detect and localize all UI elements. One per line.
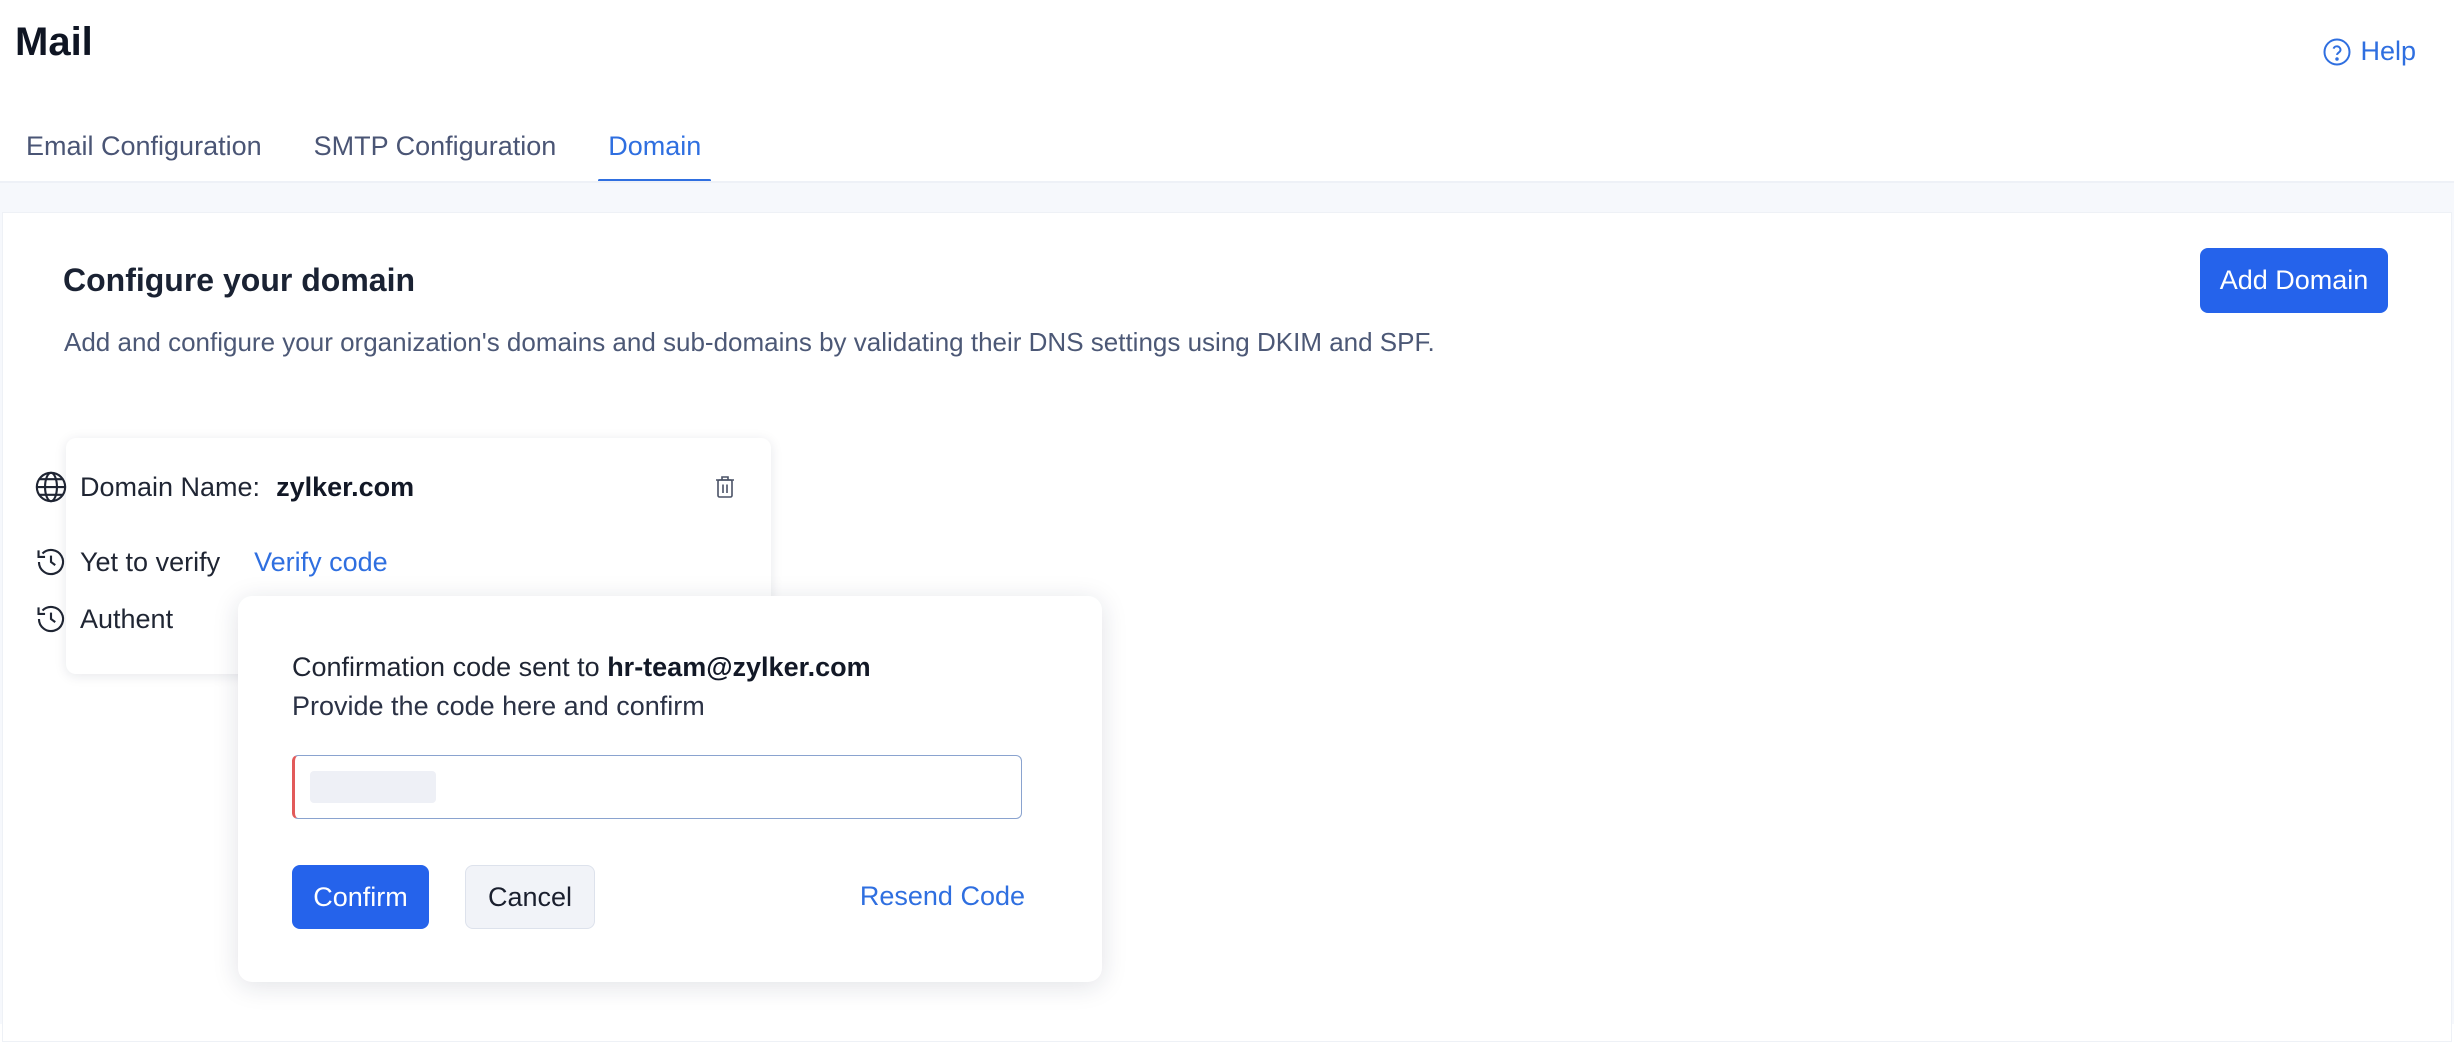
verify-code-link[interactable]: Verify code	[254, 547, 388, 578]
section-description: Add and configure your organization's do…	[64, 327, 1435, 357]
verification-status-row: Yet to verify Verify code	[34, 545, 388, 579]
confirmation-instruction: Provide the code here and confirm	[292, 691, 705, 721]
tab-email-configuration[interactable]: Email Configuration	[0, 120, 288, 182]
tab-smtp-configuration[interactable]: SMTP Configuration	[288, 120, 583, 182]
domain-name-value: zylker.com	[276, 471, 415, 502]
confirm-button[interactable]: Confirm	[292, 865, 429, 929]
confirmation-prefix: Confirmation code sent to	[292, 652, 600, 682]
globe-icon	[35, 471, 67, 503]
clock-history-icon	[37, 605, 65, 633]
resend-code-link[interactable]: Resend Code	[860, 881, 1025, 912]
authentication-label: Authent	[80, 603, 174, 634]
verification-status-label: Yet to verify	[80, 546, 221, 577]
trash-icon[interactable]	[714, 474, 736, 500]
confirmation-email: hr-team@zylker.com	[607, 652, 871, 682]
app-title: Mail	[15, 20, 93, 64]
domain-name-label: Domain Name:	[80, 471, 261, 502]
tab-domain[interactable]: Domain	[582, 120, 727, 182]
section-title: Configure your domain	[63, 262, 415, 298]
help-link[interactable]: Help	[2322, 36, 2416, 67]
tab-bar: Email Configuration SMTP Configuration D…	[0, 120, 727, 182]
cancel-button[interactable]: Cancel	[465, 865, 595, 929]
add-domain-button[interactable]: Add Domain	[2200, 248, 2388, 313]
authentication-row: Authent	[34, 602, 173, 636]
page-header: Mail Help Email Configuration SMTP Confi…	[0, 0, 2454, 182]
domain-name-row: Domain Name: zylker.com	[34, 470, 414, 504]
input-redacted-text	[310, 771, 436, 803]
help-circle-icon	[2323, 38, 2351, 65]
help-label: Help	[2360, 36, 2416, 66]
clock-history-icon	[37, 548, 65, 576]
confirmation-message: Confirmation code sent to hr-team@zylker…	[292, 652, 871, 683]
